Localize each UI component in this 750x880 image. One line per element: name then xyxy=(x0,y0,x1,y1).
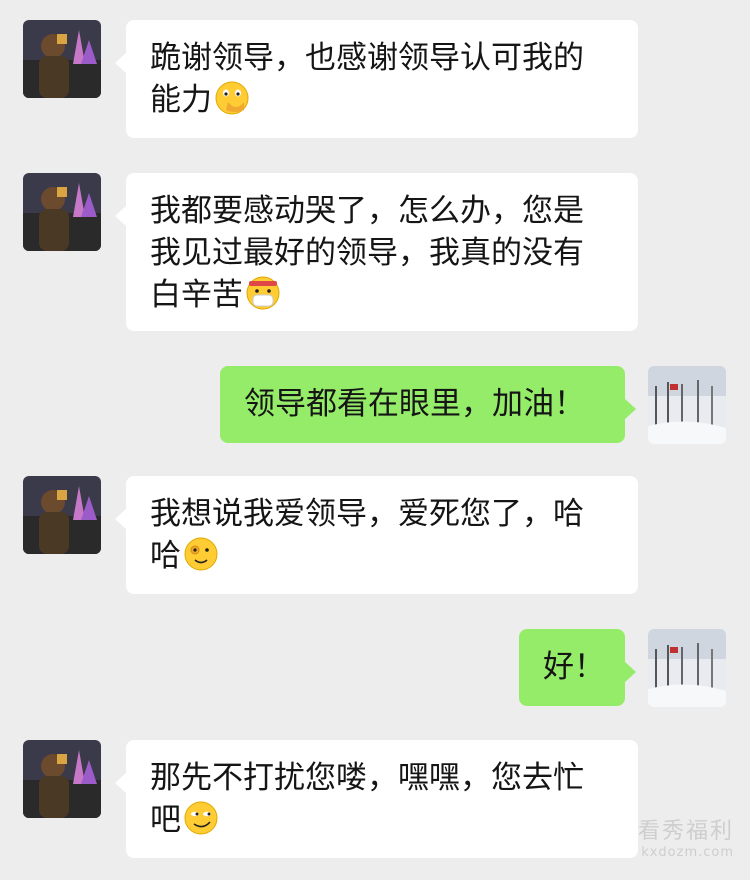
watermark-text: 看秀福利 xyxy=(637,819,734,844)
self-avatar[interactable] xyxy=(648,629,726,707)
message-bubble[interactable]: 好！ xyxy=(519,629,636,706)
message-bubble[interactable]: 领导都看在眼里，加油！ xyxy=(220,366,636,443)
message-bubble[interactable]: 我都要感动哭了，怎么办，您是 我见过最好的领导，我真的没有 白辛苦 xyxy=(115,173,638,331)
contact-avatar[interactable] xyxy=(23,476,101,554)
message-line: 我都要感动哭了，怎么办，您是 xyxy=(150,193,584,229)
message-line: 跪谢领导，也感谢领导认可我的 xyxy=(150,40,584,76)
message-line: 我想说我爱领导，爱死您了，哈 xyxy=(150,496,584,532)
bubble-tail xyxy=(624,398,636,420)
message-line: 好！ xyxy=(543,649,605,685)
bubble-tail xyxy=(115,508,127,530)
bubble-tail xyxy=(624,661,636,683)
message-bubble[interactable]: 我想说我爱领导，爱死您了，哈 哈 xyxy=(115,476,638,594)
message-line: 哈 xyxy=(150,538,181,574)
contact-avatar[interactable] xyxy=(23,173,101,251)
bubble-tail xyxy=(115,52,127,74)
message-line: 吧 xyxy=(150,802,181,838)
contact-avatar[interactable] xyxy=(23,20,101,98)
ok-hand-face-icon xyxy=(183,536,219,572)
contact-avatar[interactable] xyxy=(23,740,101,818)
smirk-face-icon xyxy=(183,800,219,836)
watermark-url: kxdozm.com xyxy=(641,845,734,860)
message-line: 白辛苦 xyxy=(150,277,243,313)
bubble-tail xyxy=(115,772,127,794)
message-line: 那先不打扰您喽，嘿嘿，您去忙 xyxy=(150,760,584,796)
message-line: 能力 xyxy=(150,82,212,118)
self-avatar[interactable] xyxy=(648,366,726,444)
watermark: 看秀福利 kxdozm.com xyxy=(638,813,734,860)
message-bubble[interactable]: 跪谢领导，也感谢领导认可我的 能力 xyxy=(115,20,638,138)
face-with-mask-headband-icon xyxy=(245,275,281,311)
message-line: 我见过最好的领导，我真的没有 xyxy=(150,235,584,271)
message-bubble[interactable]: 那先不打扰您喽，嘿嘿，您去忙 吧 xyxy=(115,740,638,858)
bubble-tail xyxy=(115,205,127,227)
message-line: 领导都看在眼里，加油！ xyxy=(244,386,585,422)
face-with-hand-over-mouth-icon xyxy=(214,80,250,116)
